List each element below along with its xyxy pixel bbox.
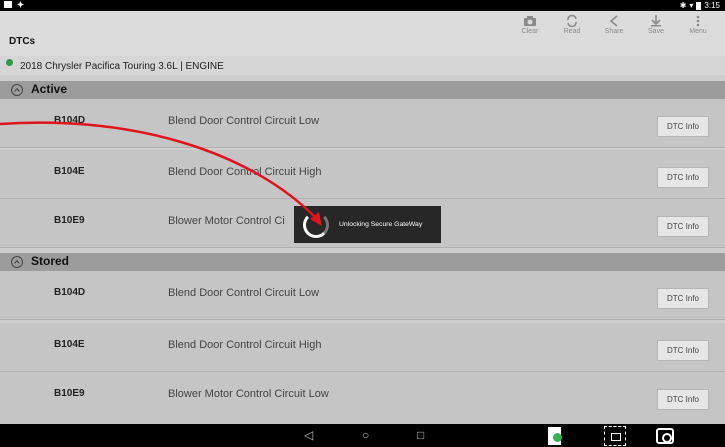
wifi-app-icon[interactable] [548, 427, 562, 445]
clear-icon [524, 16, 536, 26]
menu-button[interactable]: Menu [677, 15, 719, 35]
collapse-icon [11, 84, 23, 96]
progress-message: Unlocking Secure GateWay [339, 221, 423, 228]
dtc-description: Blend Door Control Circuit Low [168, 115, 320, 127]
download-icon [651, 15, 661, 27]
clock: 3:15 [704, 1, 720, 10]
dtc-code: B10E9 [54, 388, 85, 399]
progress-dialog: Unlocking Secure GateWay [294, 206, 441, 243]
dtc-info-button[interactable]: DTC Info [657, 116, 709, 137]
section-header-stored[interactable]: Stored [0, 253, 725, 271]
connection-status-icon [6, 59, 13, 66]
dtc-description: Blend Door Control Circuit High [168, 166, 322, 178]
table-row[interactable]: B104D Blend Door Control Circuit Low DTC… [0, 271, 725, 320]
dtc-code: B104E [54, 166, 85, 177]
spinner-icon [303, 212, 329, 238]
app-notification-icon [17, 1, 24, 8]
share-button[interactable]: Share [593, 15, 635, 35]
clear-button[interactable]: Clear [509, 15, 551, 35]
dtc-code: B104D [54, 287, 86, 298]
section-header-active[interactable]: Active [0, 81, 725, 99]
more-vert-icon [696, 15, 700, 27]
save-button[interactable]: Save [635, 15, 677, 35]
dtc-info-button[interactable]: DTC Info [657, 167, 709, 188]
back-icon[interactable]: ◁ [304, 428, 313, 442]
dtc-description: Blend Door Control Circuit High [168, 339, 322, 351]
dtc-code: B10E9 [54, 215, 85, 226]
dtc-info-button[interactable]: DTC Info [657, 340, 709, 361]
dtc-description: Blower Motor Control Ci [168, 215, 285, 227]
table-row[interactable]: B104E Blend Door Control Circuit High DT… [0, 323, 725, 372]
system-nav-bar: ◁ ○ □ [0, 424, 725, 447]
dtc-info-button[interactable]: DTC Info [657, 216, 709, 237]
table-row[interactable]: B10E9 Blower Motor Control Circuit Low D… [0, 372, 725, 425]
dtc-code: B104D [54, 115, 86, 126]
recents-icon[interactable]: □ [417, 428, 424, 442]
wifi-icon: ▾ [689, 1, 694, 10]
dtc-description: Blower Motor Control Circuit Low [168, 388, 329, 400]
dtc-code: B104E [54, 339, 85, 350]
camera-icon[interactable] [656, 428, 674, 444]
dtc-description: Blend Door Control Circuit Low [168, 287, 320, 299]
bluetooth-icon: ✱ [679, 1, 687, 10]
refresh-icon [567, 15, 577, 27]
table-row[interactable]: B104D Blend Door Control Circuit Low DTC… [0, 99, 725, 148]
vehicle-info: 2018 Chrysler Pacifica Touring 3.6L | EN… [0, 56, 725, 75]
home-icon[interactable]: ○ [362, 428, 369, 442]
screenshot-icon[interactable] [604, 426, 626, 446]
vehicle-label: 2018 Chrysler Pacifica Touring 3.6L | EN… [20, 61, 224, 72]
table-row[interactable]: B104E Blend Door Control Circuit High DT… [0, 150, 725, 199]
notification-icon [4, 1, 12, 8]
read-button[interactable]: Read [551, 15, 593, 35]
status-bar: ✱ ▾ 3:15 [0, 0, 725, 11]
share-icon [609, 15, 618, 27]
page-title: DTCs [9, 36, 36, 47]
dtc-info-button[interactable]: DTC Info [657, 389, 709, 410]
toolbar: DTCs Clear Read Share Save Menu [0, 11, 725, 56]
battery-icon [696, 1, 702, 10]
dtc-info-button[interactable]: DTC Info [657, 288, 709, 309]
collapse-icon [11, 256, 23, 268]
